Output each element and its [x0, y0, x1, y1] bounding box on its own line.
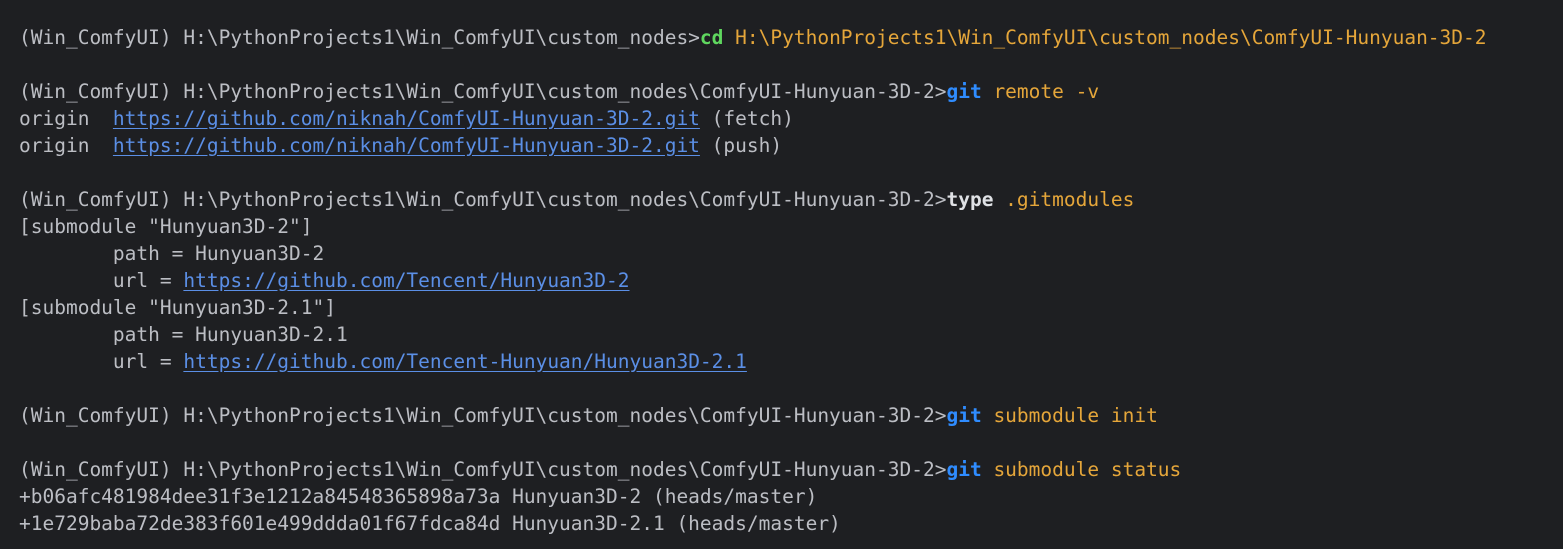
output-text: (push) [699, 134, 783, 157]
command-name: git [946, 80, 982, 103]
submodule-url-link[interactable]: https://github.com/Tencent-Hunyuan/Hunyu… [183, 350, 747, 373]
remote-url-link[interactable]: https://github.com/niknah/ComfyUI-Hunyua… [113, 134, 700, 157]
shell-prompt: (Win_ComfyUI) H:\PythonProjects1\Win_Com… [19, 26, 700, 49]
output-text: url = [19, 350, 184, 373]
command-name: type [946, 188, 994, 211]
shell-prompt: (Win_ComfyUI) H:\PythonProjects1\Win_Com… [19, 80, 947, 103]
output-line-remote-push: origin https://github.com/niknah/ComfyUI… [19, 132, 1563, 159]
output-line: path = Hunyuan3D-2 [19, 242, 325, 265]
command-line-type: (Win_ComfyUI) H:\PythonProjects1\Win_Com… [19, 186, 1563, 213]
output-text: url = [19, 269, 184, 292]
command-name: git [946, 458, 982, 481]
command-args: remote -v [981, 80, 1100, 103]
remote-url-link[interactable]: https://github.com/niknah/ComfyUI-Hunyua… [113, 107, 700, 130]
command-line-submodule-init: (Win_ComfyUI) H:\PythonProjects1\Win_Com… [19, 402, 1563, 429]
output-line-url: url = https://github.com/Tencent/Hunyuan… [19, 267, 1563, 294]
command-line-cd: (Win_ComfyUI) H:\PythonProjects1\Win_Com… [19, 24, 1563, 51]
command-args: submodule init [981, 404, 1158, 427]
command-line-submodule-status: (Win_ComfyUI) H:\PythonProjects1\Win_Com… [19, 456, 1563, 483]
output-text: origin [19, 107, 113, 130]
shell-prompt: (Win_ComfyUI) H:\PythonProjects1\Win_Com… [19, 188, 947, 211]
output-line: [submodule "Hunyuan3D-2"] [19, 215, 313, 238]
output-line-submodule-hash: +b06afc481984dee31f3e1212a84548365898a73… [19, 485, 818, 508]
shell-prompt: (Win_ComfyUI) H:\PythonProjects1\Win_Com… [19, 458, 947, 481]
command-args: H:\PythonProjects1\Win_ComfyUI\custom_no… [723, 26, 1487, 49]
output-line: [submodule "Hunyuan3D-2.1"] [19, 296, 336, 319]
terminal-output[interactable]: (Win_ComfyUI) H:\PythonProjects1\Win_Com… [0, 0, 1563, 549]
shell-prompt: (Win_ComfyUI) H:\PythonProjects1\Win_Com… [19, 404, 947, 427]
submodule-url-link[interactable]: https://github.com/Tencent/Hunyuan3D-2 [183, 269, 629, 292]
output-line: path = Hunyuan3D-2.1 [19, 323, 348, 346]
output-line-remote-fetch: origin https://github.com/niknah/ComfyUI… [19, 105, 1563, 132]
command-line-git-remote: (Win_ComfyUI) H:\PythonProjects1\Win_Com… [19, 78, 1563, 105]
output-text: origin [19, 134, 113, 157]
command-args: .gitmodules [993, 188, 1135, 211]
output-line-submodule-hash: +1e729baba72de383f601e499ddda01f67fdca84… [19, 512, 841, 535]
command-name: cd [699, 26, 724, 49]
command-name: git [946, 404, 982, 427]
command-args: submodule status [981, 458, 1182, 481]
output-line-url: url = https://github.com/Tencent-Hunyuan… [19, 348, 1563, 375]
output-text: (fetch) [699, 107, 794, 130]
